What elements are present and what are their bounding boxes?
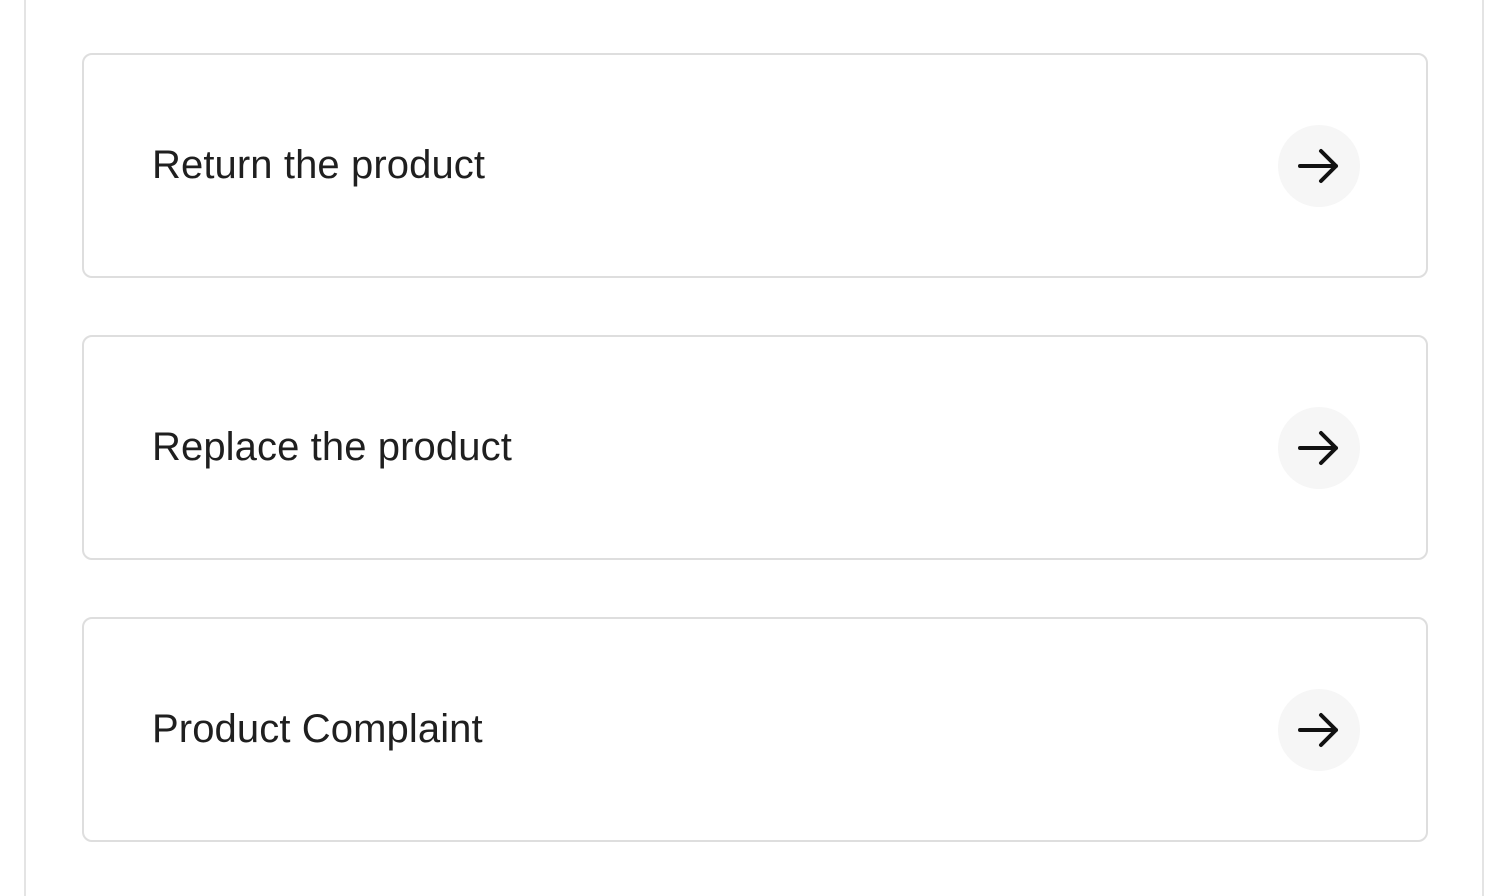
- option-label: Return the product: [152, 143, 486, 187]
- arrow-right-icon[interactable]: [1278, 406, 1360, 489]
- arrow-right-icon-svg: [1298, 430, 1338, 465]
- arrow-right-icon-svg: [1298, 712, 1338, 747]
- arrow-right-icon-svg: [1298, 148, 1338, 183]
- option-list: Return the product Replace the product P…: [82, 53, 1428, 842]
- option-label: Product Complaint: [152, 707, 483, 751]
- arrow-right-icon[interactable]: [1278, 688, 1360, 771]
- option-replace-product[interactable]: Replace the product: [82, 335, 1428, 560]
- option-product-complaint[interactable]: Product Complaint: [82, 617, 1428, 842]
- option-return-product[interactable]: Return the product: [82, 53, 1428, 278]
- option-label: Replace the product: [152, 425, 512, 469]
- arrow-right-icon[interactable]: [1278, 124, 1360, 207]
